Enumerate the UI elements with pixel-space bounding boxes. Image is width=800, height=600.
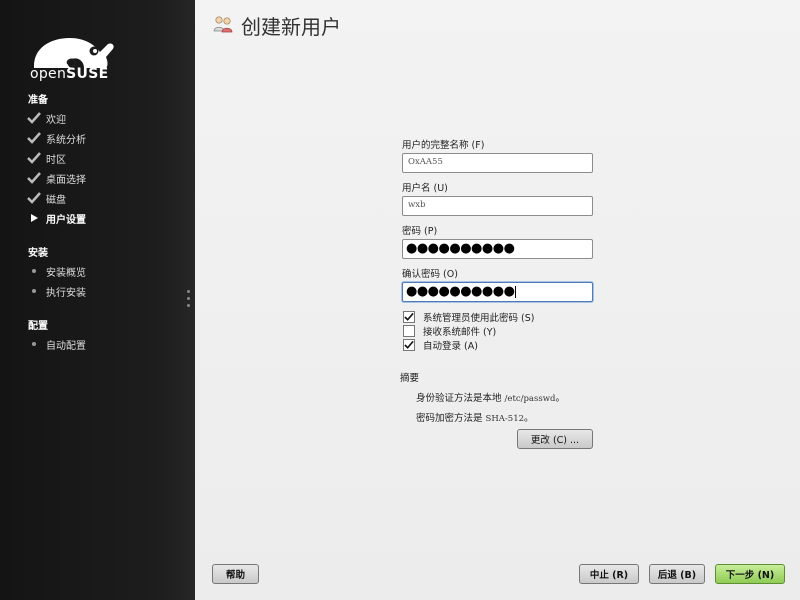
summary-title: 摘要 <box>400 373 420 384</box>
step-system-analysis: 系统分析 <box>26 130 86 146</box>
sidebar: openSUSE 准备 欢迎 系统分析 时区 桌面选择 磁盘 用户设置 安装 安… <box>0 0 195 600</box>
bullet-icon <box>26 263 42 279</box>
bullet-icon <box>26 283 42 299</box>
section-title-configure: 配置 <box>28 321 48 332</box>
admin-password-checkbox[interactable]: 系统管理员使用此密码 (S) <box>403 310 534 324</box>
main-panel: 创建新用户 用户的完整名称 (F) OxAA55 用户名 (U) wxb 密码 … <box>195 0 800 600</box>
checkmark-icon <box>26 110 42 126</box>
summary-encryption-method: 密码加密方法是 SHA-512。 <box>416 413 534 424</box>
text-caret <box>515 285 517 298</box>
step-perform-install: 执行安装 <box>26 283 86 299</box>
sidebar-resize-handle[interactable] <box>187 290 191 312</box>
opensuse-wordmark: openSUSE <box>30 66 109 82</box>
checkmark-icon <box>26 170 42 186</box>
step-install-overview: 安装概览 <box>26 263 86 279</box>
checkmark-icon <box>26 190 42 206</box>
password-label: 密码 (P) <box>402 226 438 237</box>
step-desktop-selection: 桌面选择 <box>26 170 86 186</box>
receive-mail-checkbox[interactable]: 接收系统邮件 (Y) <box>403 324 496 338</box>
fullname-input[interactable]: OxAA55 <box>402 153 593 173</box>
page-title: 创建新用户 <box>241 15 341 39</box>
step-user-settings: 用户设置 <box>26 210 86 226</box>
bullet-icon <box>26 336 42 352</box>
section-title-prepare: 准备 <box>28 95 48 106</box>
users-icon <box>213 16 233 33</box>
change-summary-button[interactable]: 更改 (C) ... <box>517 429 593 449</box>
username-input[interactable]: wxb <box>402 196 593 216</box>
step-timezone: 时区 <box>26 150 66 166</box>
checkmark-icon <box>26 150 42 166</box>
step-welcome: 欢迎 <box>26 110 66 126</box>
next-button[interactable]: 下一步 (N) <box>715 564 785 584</box>
abort-button[interactable]: 中止 (R) <box>579 564 639 584</box>
username-label: 用户名 (U) <box>402 183 448 194</box>
step-auto-config: 自动配置 <box>26 336 86 352</box>
auto-login-checkbox[interactable]: 自动登录 (A) <box>403 338 478 352</box>
checkmark-icon <box>26 130 42 146</box>
confirm-password-label: 确认密码 (O) <box>402 269 458 280</box>
password-input[interactable]: ●●●●●●●●●● <box>402 239 593 259</box>
summary-auth-method: 身份验证方法是本地 /etc/passwd。 <box>416 393 565 404</box>
section-title-install: 安装 <box>28 248 48 259</box>
fullname-label: 用户的完整名称 (F) <box>402 140 485 151</box>
step-disk: 磁盘 <box>26 190 66 206</box>
checkbox-checked-icon <box>403 338 415 351</box>
back-button[interactable]: 后退 (B) <box>649 564 705 584</box>
current-arrow-icon <box>26 210 42 226</box>
checkbox-unchecked-icon <box>403 324 415 337</box>
checkbox-checked-icon <box>403 310 415 323</box>
help-button[interactable]: 帮助 <box>212 564 259 584</box>
confirm-password-input[interactable]: ●●●●●●●●●● <box>402 282 593 302</box>
